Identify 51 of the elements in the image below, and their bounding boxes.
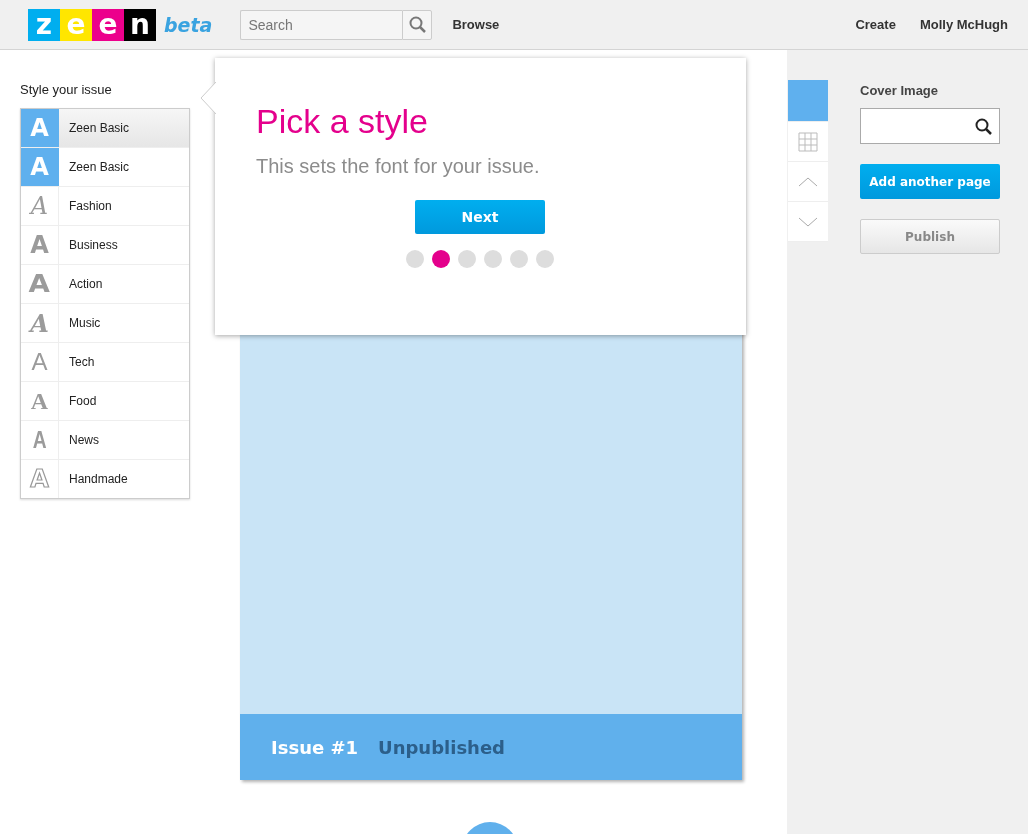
search-icon [974,117,992,135]
logo-tag: beta [164,13,213,36]
logo-letter[interactable]: n [124,8,156,41]
step-dot[interactable] [536,250,554,268]
style-label: Food [68,393,97,410]
issue-title: Issue #1 [271,736,359,758]
search-icon [408,16,426,33]
step-dot[interactable] [510,250,528,268]
style-label: Music [68,315,101,332]
style-option[interactable]: A Zeen Basic [21,109,189,148]
grid-tool-button[interactable] [788,122,828,162]
cover-image-field[interactable] [860,108,1000,144]
step-dot[interactable] [484,250,502,268]
nav-link[interactable]: Browse [452,17,500,32]
style-label: News [68,432,99,449]
style-option[interactable]: A News [21,421,189,460]
style-label: Fashion [68,198,112,215]
popover-title: Pick a style [256,102,429,141]
nav-link[interactable]: Molly McHugh [919,17,1008,32]
style-option[interactable]: A Tech [21,343,189,382]
font-sample-icon: A [21,148,59,186]
style-option[interactable]: A Business [21,226,189,265]
nav-link[interactable]: Create [855,17,896,32]
issue-status: Unpublished [378,736,505,758]
style-option[interactable]: A Food [21,382,189,421]
panel-title: Style your issue [20,82,113,97]
style-label: Handmade [68,471,128,488]
style-label: Zeen Basic [68,159,130,176]
style-option[interactable]: A Action [21,265,189,304]
grid-icon [798,131,818,152]
cover-image-label: Cover Image [860,83,940,98]
style-option[interactable]: A Music [21,304,189,343]
step-dot[interactable] [406,250,424,268]
style-label: Action [68,276,103,293]
move-down-button[interactable] [788,202,828,242]
search-field[interactable]: Search [240,9,403,40]
chevron-down-icon [798,216,818,227]
step-dot[interactable] [458,250,476,268]
popover-text: This sets the font for your issue. [256,155,541,178]
step-dot[interactable] [432,250,450,268]
style-label: Business [68,237,118,254]
style-label: Tech [68,354,95,371]
style-option[interactable]: A Zeen Basic [21,148,189,187]
logo-letter[interactable]: e [92,8,124,41]
chevron-up-icon [798,176,818,187]
style-option[interactable]: A Fashion [21,187,189,226]
move-up-button[interactable] [788,162,828,202]
style-label: Zeen Basic [68,120,130,137]
color-tool-button[interactable] [788,80,828,122]
style-option[interactable]: A Handmade [21,460,189,498]
font-sample-icon: A [21,109,59,147]
